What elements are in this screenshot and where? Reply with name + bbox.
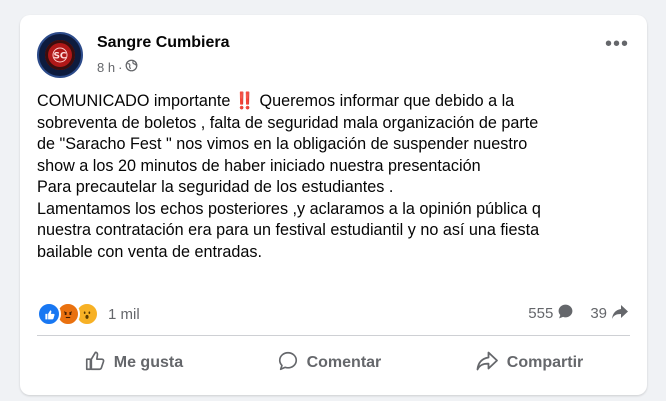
- post-body-line: de "Saracho Fest " nos vimos en la oblig…: [37, 135, 528, 153]
- globe-icon: [125, 59, 138, 75]
- post-body-line: Lamentamos los echos posteriores ,y acla…: [37, 199, 541, 218]
- share-arrow-icon: [611, 304, 629, 324]
- like-button[interactable]: Me gusta: [72, 344, 195, 383]
- band-logo-icon: SC: [45, 40, 75, 70]
- author-name[interactable]: Sangre Cumbiera: [97, 34, 229, 52]
- engagement-counts: 555 39: [528, 303, 629, 324]
- post-body-line: COMUNICADO importante ‼️ Queremos inform…: [37, 92, 515, 110]
- comment-icon: [277, 350, 299, 377]
- share-button[interactable]: Compartir: [463, 344, 595, 383]
- post-body: COMUNICADO importante ‼️ Queremos inform…: [37, 91, 637, 263]
- thumbs-up-icon: [84, 350, 106, 377]
- comment-button[interactable]: Comentar: [265, 344, 394, 383]
- post-body-line: Para precautelar la seguridad de los est…: [37, 178, 394, 196]
- post-time[interactable]: 8 h: [97, 60, 115, 75]
- post-actions: Me gusta Comentar Compartir: [37, 343, 630, 383]
- more-options-icon[interactable]: •••: [605, 34, 629, 54]
- post-body-line: bailable con venta de entradas.: [37, 242, 262, 261]
- post-meta: 8 h ·: [97, 59, 138, 75]
- share-icon: [475, 350, 499, 377]
- reaction-count: 1 mil: [108, 305, 140, 323]
- comments-count[interactable]: 555: [528, 305, 553, 322]
- comment-button-label: Comentar: [306, 354, 382, 371]
- share-button-label: Compartir: [506, 354, 584, 371]
- post-body-line: sobreventa de boletos , falta de segurid…: [37, 113, 539, 132]
- post-body-line: nuestra contratación era para un festiva…: [37, 221, 540, 239]
- shares-count[interactable]: 39: [590, 305, 607, 322]
- reactions-summary[interactable]: 1 mil: [37, 302, 140, 326]
- separator-dot: ·: [118, 59, 123, 75]
- post-card: SC Sangre Cumbiera 8 h · ••• COMUNICADO …: [20, 15, 647, 395]
- like-button-label: Me gusta: [113, 354, 184, 371]
- post-body-line: show a los 20 minutos de haber iniciado …: [37, 156, 481, 175]
- comment-bubble-icon: [557, 303, 574, 324]
- svg-text:SC: SC: [53, 52, 66, 62]
- avatar[interactable]: SC: [37, 32, 83, 78]
- divider: [37, 335, 630, 336]
- like-icon: [37, 302, 61, 326]
